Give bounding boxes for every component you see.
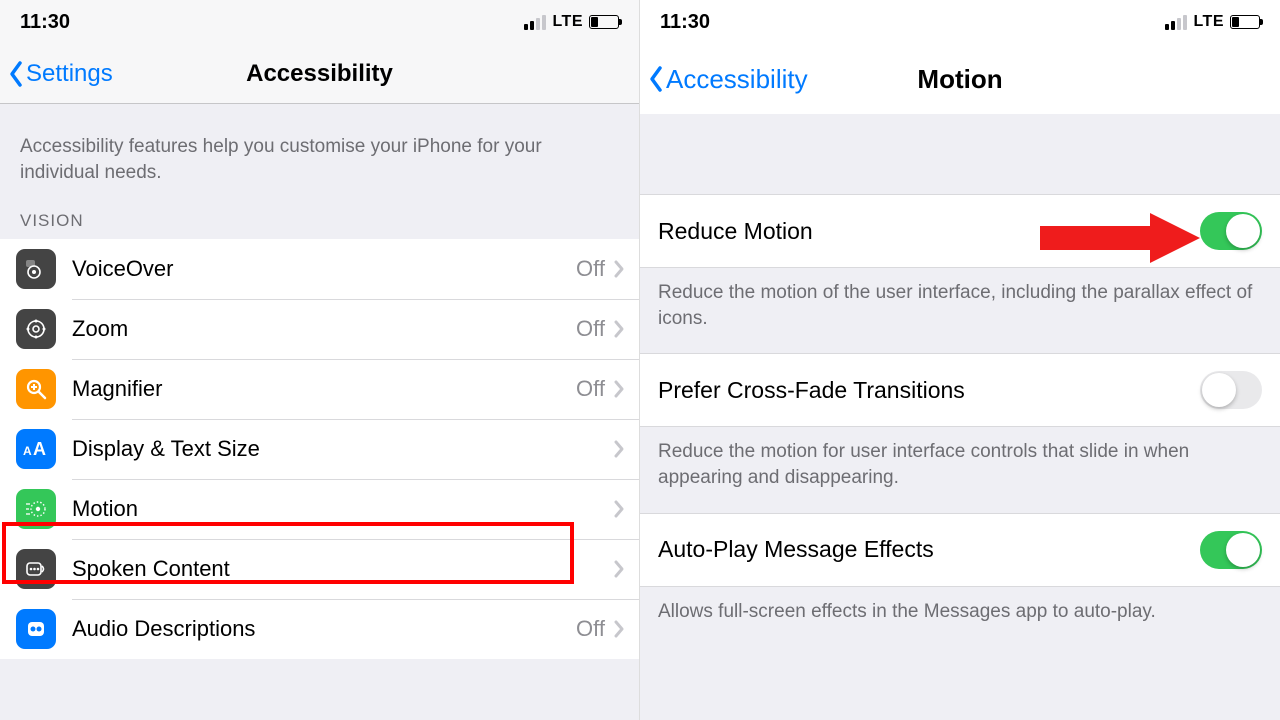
row-magnifier[interactable]: Magnifier Off: [0, 359, 639, 419]
network-label: LTE: [552, 13, 583, 31]
row-zoom[interactable]: Zoom Off: [0, 299, 639, 359]
chevron-right-icon: [613, 619, 625, 639]
row-label: Zoom: [72, 316, 576, 342]
chevron-right-icon: [613, 259, 625, 279]
motion-icon: [16, 489, 56, 529]
nav-bar: Accessibility Motion: [640, 44, 1280, 114]
network-label: LTE: [1193, 13, 1224, 31]
display-text-icon: AA: [16, 429, 56, 469]
status-indicators: LTE: [1165, 13, 1260, 31]
signal-icon: [1165, 14, 1187, 30]
chevron-right-icon: [613, 319, 625, 339]
svg-text:A: A: [33, 439, 46, 459]
row-label: Display & Text Size: [72, 436, 613, 462]
voiceover-icon: [16, 249, 56, 289]
status-time: 11:30: [20, 11, 70, 34]
back-label: Settings: [26, 60, 113, 88]
screen-motion: 11:30 LTE Accessibility Motion Reduce Mo…: [640, 0, 1280, 720]
row-voiceover[interactable]: VoiceOver Off: [0, 239, 639, 299]
group-autoplay: Auto-Play Message Effects: [640, 513, 1280, 587]
spoken-content-icon: [16, 549, 56, 589]
vision-list: VoiceOver Off Zoom Off Magnifier Off: [0, 239, 639, 659]
section-header-vision: VISION: [0, 199, 639, 239]
status-bar: 11:30 LTE: [640, 0, 1280, 44]
signal-icon: [524, 14, 546, 30]
row-status: Off: [576, 316, 605, 342]
battery-icon: [589, 15, 619, 29]
row-label: Motion: [72, 496, 613, 522]
row-label: Audio Descriptions: [72, 616, 576, 642]
row-audio-descriptions[interactable]: Audio Descriptions Off: [0, 599, 639, 659]
status-bar: 11:30 LTE: [0, 0, 639, 44]
back-button[interactable]: Accessibility: [640, 64, 808, 95]
annotation-arrow: [1040, 208, 1220, 268]
toggle-autoplay[interactable]: [1200, 531, 1262, 569]
zoom-icon: [16, 309, 56, 349]
chevron-left-icon: [648, 65, 664, 93]
row-spoken-content[interactable]: Spoken Content: [0, 539, 639, 599]
status-indicators: LTE: [524, 13, 619, 31]
chevron-right-icon: [613, 379, 625, 399]
row-crossfade[interactable]: Prefer Cross-Fade Transitions: [640, 354, 1280, 426]
row-label: Magnifier: [72, 376, 576, 402]
row-label: VoiceOver: [72, 256, 576, 282]
chevron-right-icon: [613, 439, 625, 459]
desc-crossfade: Reduce the motion for user interface con…: [640, 427, 1280, 512]
page-title: Motion: [917, 64, 1002, 95]
row-label: Spoken Content: [72, 556, 613, 582]
chevron-left-icon: [8, 60, 24, 88]
toggle-crossfade[interactable]: [1200, 371, 1262, 409]
screen-accessibility: 11:30 LTE Settings Accessibility Accessi…: [0, 0, 640, 720]
group-crossfade: Prefer Cross-Fade Transitions: [640, 353, 1280, 427]
desc-autoplay: Allows full-screen effects in the Messag…: [640, 587, 1280, 647]
svg-text:A: A: [23, 444, 32, 458]
row-label: Prefer Cross-Fade Transitions: [658, 377, 1200, 404]
status-time: 11:30: [660, 11, 710, 34]
row-status: Off: [576, 256, 605, 282]
row-display-text-size[interactable]: AA Display & Text Size: [0, 419, 639, 479]
chevron-right-icon: [613, 499, 625, 519]
chevron-right-icon: [613, 559, 625, 579]
audio-descriptions-icon: [16, 609, 56, 649]
row-status: Off: [576, 376, 605, 402]
row-label: Auto-Play Message Effects: [658, 536, 1200, 563]
desc-reduce-motion: Reduce the motion of the user interface,…: [640, 268, 1280, 353]
magnifier-icon: [16, 369, 56, 409]
row-status: Off: [576, 616, 605, 642]
intro-text: Accessibility features help you customis…: [0, 104, 639, 199]
back-label: Accessibility: [666, 64, 808, 95]
battery-icon: [1230, 15, 1260, 29]
nav-bar: Settings Accessibility: [0, 44, 639, 104]
page-title: Accessibility: [246, 60, 393, 88]
back-button[interactable]: Settings: [0, 60, 113, 88]
row-autoplay[interactable]: Auto-Play Message Effects: [640, 514, 1280, 586]
row-motion[interactable]: Motion: [0, 479, 639, 539]
